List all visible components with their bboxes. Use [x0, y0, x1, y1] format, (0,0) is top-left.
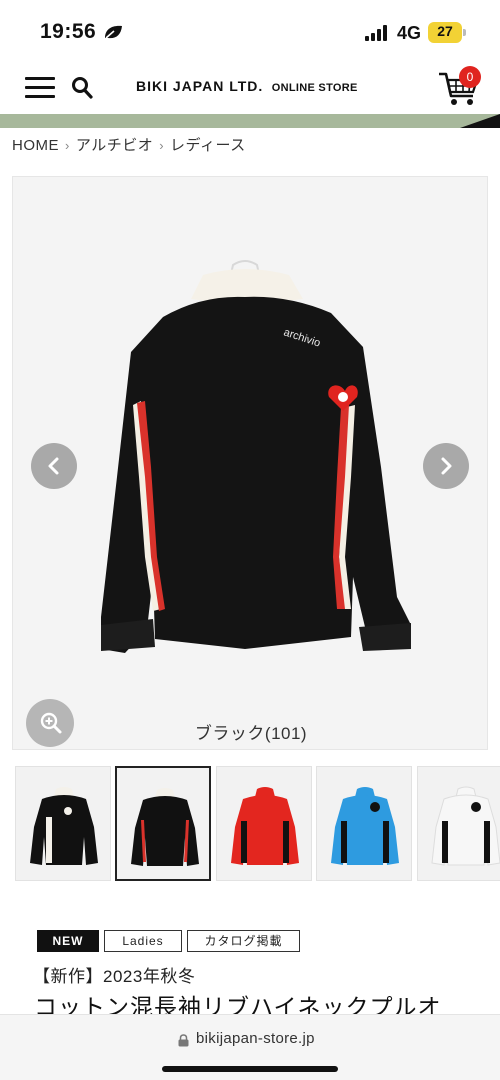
banner-corner — [460, 114, 500, 128]
breadcrumb: HOME › アルチビオ › レディース — [12, 134, 246, 155]
browser-url-bar[interactable]: bikijapan-store.jp — [0, 1014, 500, 1080]
thumbnail-image — [431, 786, 500, 866]
url-text[interactable]: bikijapan-store.jp — [196, 1030, 315, 1047]
home-indicator[interactable] — [162, 1066, 338, 1072]
site-header: BIKI JAPAN LTD. ONLINE STORE 0 — [0, 62, 500, 114]
breadcrumb-category[interactable]: レディース — [170, 137, 246, 154]
next-image-button[interactable] — [423, 443, 469, 489]
battery-icon: 27 — [428, 22, 466, 43]
logo-sub: ONLINE STORE — [271, 82, 358, 94]
lock-icon — [178, 1034, 189, 1047]
chevron-right-icon — [441, 457, 452, 475]
chevron-left-icon — [48, 457, 59, 475]
thumbnail-image — [331, 787, 399, 865]
thumbnail-5[interactable] — [417, 766, 500, 881]
catalog-tag[interactable]: カタログ掲載 — [187, 930, 300, 952]
thumbnail-1[interactable] — [15, 766, 111, 881]
color-caption: ブラック(101) — [194, 724, 308, 743]
ladies-tag[interactable]: Ladies — [104, 930, 182, 952]
breadcrumb-separator: › — [159, 138, 165, 153]
leaf-icon — [105, 25, 122, 39]
product-season: 【新作】2023年秋冬 — [33, 967, 196, 986]
product-image-viewer[interactable]: archivio ブラック(101) — [12, 176, 488, 750]
status-time: 19:56 — [40, 20, 97, 43]
status-bar: 19:56 4G 27 — [0, 0, 500, 62]
logo-main: BIKI JAPAN LTD. — [136, 78, 264, 94]
battery-level: 27 — [437, 23, 453, 39]
site-logo[interactable]: BIKI JAPAN LTD. ONLINE STORE — [136, 78, 358, 96]
thumbnail-4[interactable] — [316, 766, 412, 881]
breadcrumb-home[interactable]: HOME — [12, 137, 59, 154]
menu-icon[interactable] — [25, 77, 55, 99]
signal-icon — [365, 25, 387, 41]
cart-count-badge: 0 — [459, 66, 481, 88]
thumbnail-2[interactable] — [115, 766, 211, 881]
thumbnail-image — [231, 787, 299, 865]
banner-strip[interactable] — [0, 114, 500, 128]
product-photo: archivio — [13, 260, 487, 749]
breadcrumb-brand[interactable]: アルチビオ — [76, 137, 153, 154]
network-label: 4G — [397, 23, 422, 43]
previous-image-button[interactable] — [31, 443, 77, 489]
thumbnail-strip — [15, 766, 500, 882]
thumbnail-image — [30, 787, 98, 865]
thumbnail-image — [131, 788, 199, 866]
new-tag: NEW — [37, 930, 99, 952]
breadcrumb-separator: › — [65, 138, 70, 153]
search-icon[interactable] — [71, 76, 93, 100]
thumbnail-3[interactable] — [216, 766, 312, 881]
